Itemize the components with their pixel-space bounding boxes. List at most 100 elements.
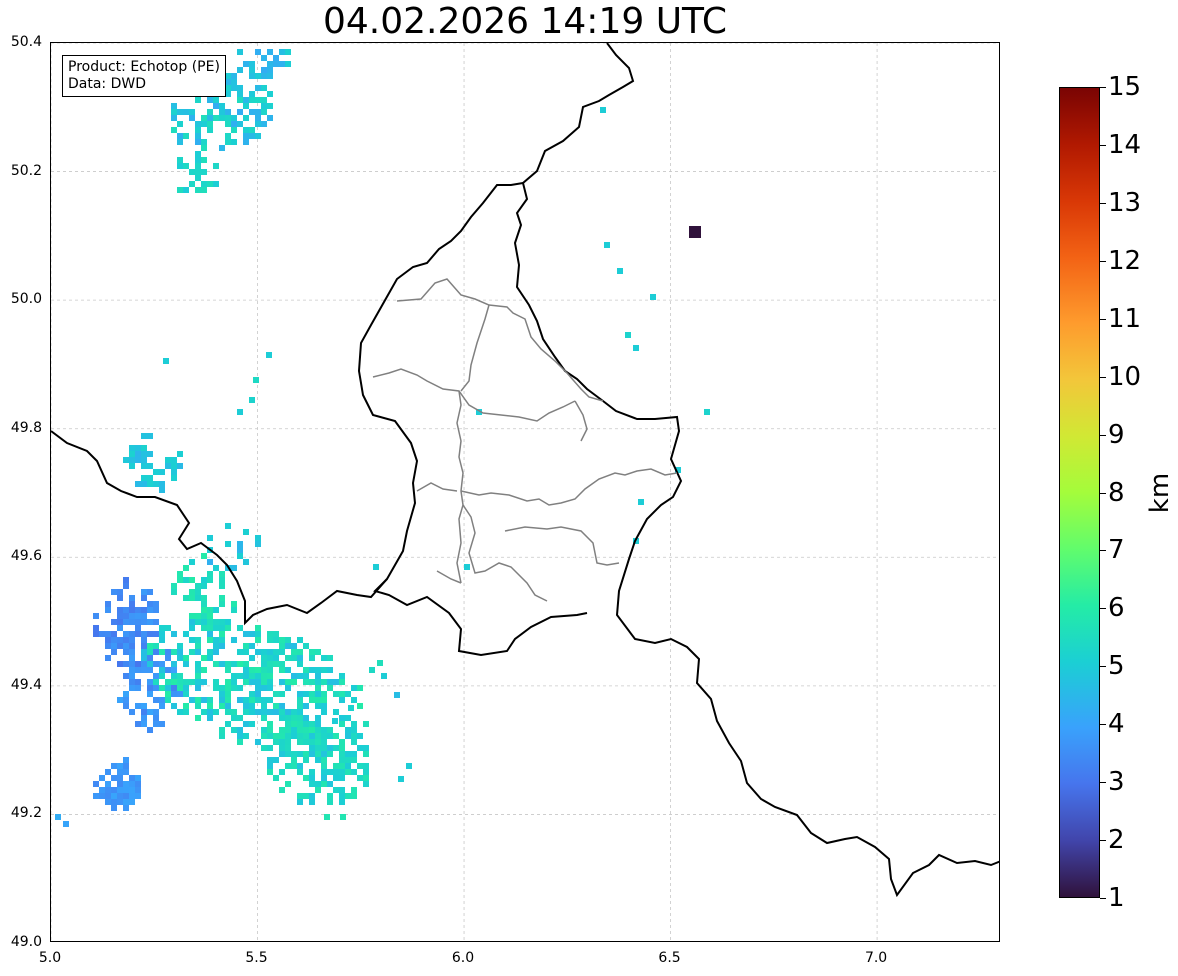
echo-cell (201, 577, 207, 583)
echo-cell (285, 61, 291, 67)
echo-cell (159, 667, 165, 673)
echo-cell (261, 67, 267, 73)
echo-cell (237, 673, 243, 679)
echo-cell (315, 733, 321, 739)
echo-cell (105, 631, 111, 637)
echo-cell (243, 649, 249, 655)
echo-cell (129, 787, 135, 793)
echo-cell (177, 577, 183, 583)
echo-cell (279, 751, 285, 757)
echo-cell (267, 763, 273, 769)
echo-cell (249, 667, 255, 673)
echo-cell (171, 649, 177, 655)
colorbar-tick-mark (1100, 318, 1106, 320)
colorbar-tick-label: 14 (1108, 129, 1142, 160)
echo-cell (279, 715, 285, 721)
echo-cell (297, 751, 303, 757)
echo-cell (219, 727, 225, 733)
echo-cell (207, 703, 213, 709)
echo-cell (339, 799, 345, 805)
echo-cell (243, 103, 249, 109)
echo-cell (117, 697, 123, 703)
echo-cell (189, 697, 195, 703)
echo-cell (327, 727, 333, 733)
echo-cell (213, 643, 219, 649)
echo-cell (105, 799, 111, 805)
echo-cell (273, 739, 279, 745)
echo-cell (267, 745, 273, 751)
echo-cell (141, 721, 147, 727)
echo-cell (249, 709, 255, 715)
echo-cell (129, 679, 135, 685)
echo-cell (225, 661, 231, 667)
echo-cell (147, 679, 153, 685)
echo-cell (207, 709, 213, 715)
echo-cell (135, 721, 141, 727)
echo-cell (225, 709, 231, 715)
echo-cell (351, 727, 357, 733)
echo-cell (351, 787, 357, 793)
echo-cell (141, 475, 147, 481)
colorbar-tick-label: 7 (1108, 535, 1125, 566)
echo-cell (261, 727, 267, 733)
echo-cell (255, 685, 261, 691)
echo-cell (249, 133, 255, 139)
echo-cell (297, 763, 303, 769)
colorbar-tick-mark (1100, 550, 1106, 552)
echo-cell (321, 763, 327, 769)
echo-cell (123, 643, 129, 649)
echo-cell (273, 637, 279, 643)
echo-cell (267, 73, 273, 79)
echo-cell (231, 139, 237, 145)
echo-cell (177, 109, 183, 115)
echo-cell (261, 97, 267, 103)
echo-cell (129, 685, 135, 691)
echo-cell (93, 631, 99, 637)
echo-cell (309, 769, 315, 775)
echo-cell (195, 589, 201, 595)
echo-cell (129, 445, 135, 451)
echo-cell (689, 232, 695, 238)
echo-cell (147, 481, 153, 487)
echo-cell (55, 814, 61, 820)
colorbar-tick-mark (1100, 898, 1106, 899)
echo-cell (231, 709, 237, 715)
echo-cell (351, 697, 357, 703)
echo-cell (315, 739, 321, 745)
echo-cell (189, 589, 195, 595)
echo-cell (243, 733, 249, 739)
echo-cell (273, 703, 279, 709)
echo-cell (129, 601, 135, 607)
echo-cell (231, 121, 237, 127)
echo-cell (237, 85, 243, 91)
echo-cell (345, 751, 351, 757)
echo-cell (315, 727, 321, 733)
echo-cell (147, 619, 153, 625)
echo-cell (141, 613, 147, 619)
echo-cell (243, 679, 249, 685)
echo-cell (267, 631, 273, 637)
echo-cell (177, 463, 183, 469)
echo-cell (195, 583, 201, 589)
echo-cell (117, 589, 123, 595)
radar-map-plot[interactable] (50, 42, 1000, 942)
echo-cell (261, 73, 267, 79)
echo-cell (279, 61, 285, 67)
product-label: Product: Echotop (PE) (68, 59, 220, 75)
echo-cell (249, 697, 255, 703)
echo-cell (165, 679, 171, 685)
echo-cell (141, 445, 147, 451)
echo-cell (153, 715, 159, 721)
echo-cell (339, 757, 345, 763)
echo-cell (321, 703, 327, 709)
echo-cell (255, 541, 261, 547)
echo-cell (195, 637, 201, 643)
echo-cell (297, 769, 303, 775)
echo-cell (261, 55, 267, 61)
echo-cell (153, 697, 159, 703)
colorbar-tick-mark (1100, 492, 1106, 494)
echo-cell (291, 751, 297, 757)
echo-cell (339, 691, 345, 697)
echo-cell (105, 601, 111, 607)
echo-cell (249, 73, 255, 79)
